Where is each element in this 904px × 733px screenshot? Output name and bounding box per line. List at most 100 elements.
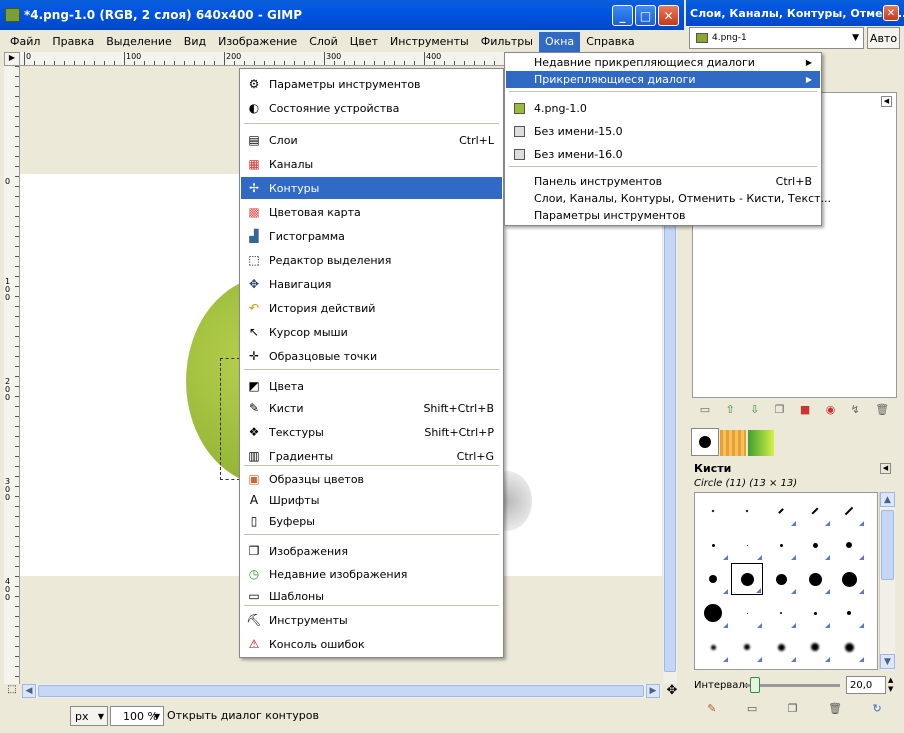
brush-cell[interactable] [833, 631, 865, 663]
brush-cell[interactable] [731, 631, 763, 663]
windows-menu-item-18[interactable]: ▯ Буферы [241, 510, 502, 532]
brush-cell[interactable] [697, 597, 729, 629]
windows-menu-item-9[interactable]: ↶ История действий [241, 297, 502, 319]
brush-cell[interactable] [799, 495, 831, 527]
menu-8[interactable]: Фильтры [475, 32, 539, 52]
submenu-item-3[interactable]: Без имени-15.0 [506, 120, 820, 142]
scroll-left-button[interactable]: ◀ [22, 684, 36, 698]
panel-menu-icon[interactable]: ◀ [880, 463, 891, 474]
menu-7[interactable]: Инструменты [384, 32, 475, 52]
windows-menu-item-16[interactable]: ▣ Образцы цветов [241, 468, 502, 490]
slider-handle[interactable] [750, 677, 760, 693]
brush-cell[interactable] [765, 563, 797, 595]
brush-cell[interactable] [731, 495, 763, 527]
quick-mask-corner[interactable]: ▶ [4, 52, 20, 66]
windows-menu-item-7[interactable]: ⬚ Редактор выделения [241, 249, 502, 271]
scroll-up-button[interactable]: ▲ [880, 492, 895, 507]
brush-cell[interactable] [765, 631, 797, 663]
windows-menu-item-0[interactable]: ⚙ Параметры инструментов [241, 73, 502, 95]
windows-menu-item-12[interactable]: ◩ Цвета [241, 375, 502, 397]
submenu-item-5[interactable]: Панель инструментов Ctrl+B [506, 173, 820, 190]
edit-brush-icon[interactable]: ✎ [707, 702, 716, 715]
brush-cell[interactable] [833, 597, 865, 629]
menu-6[interactable]: Цвет [344, 32, 384, 52]
spin-icon[interactable]: ▲ ▼ [888, 676, 893, 694]
brush-grid[interactable] [694, 492, 878, 670]
windows-menu-item-21[interactable]: ▭ Шаблоны [241, 585, 502, 607]
duplicate-layer-icon[interactable]: ❐ [775, 403, 785, 416]
duplicate-brush-icon[interactable]: ❐ [788, 702, 798, 715]
windows-menu-item-10[interactable]: ↖ Курсор мыши [241, 321, 502, 343]
menu-10[interactable]: Справка [580, 32, 640, 52]
delete-layer-icon[interactable]: 🗑 [875, 403, 889, 416]
navigate-corner[interactable]: ⬚ [4, 684, 20, 698]
delete-brush-icon[interactable]: 🗑 [828, 702, 842, 715]
brush-cell[interactable] [731, 529, 763, 561]
lower-layer-icon[interactable]: ⇩ [750, 403, 759, 416]
brush-cell[interactable] [765, 597, 797, 629]
navigate-icon[interactable]: ✥ [664, 684, 680, 698]
brush-cell[interactable] [697, 529, 729, 561]
windows-menu-item-23[interactable]: ⚠ Консоль ошибок [241, 633, 502, 655]
windows-menu-item-19[interactable]: ❐ Изображения [241, 540, 502, 562]
windows-menu-item-22[interactable]: ⛏ Инструменты [241, 609, 502, 631]
gradients-tab[interactable] [748, 430, 774, 456]
minimize-button[interactable]: _ [612, 5, 633, 26]
scroll-right-button[interactable]: ▶ [646, 684, 660, 698]
brush-cell[interactable] [833, 495, 865, 527]
windows-menu-item-14[interactable]: ❖ Текстуры Shift+Ctrl+P [241, 421, 502, 443]
image-window-titlebar[interactable]: *4.png-1.0 (RGB, 2 слоя) 640x400 - GIMP [0, 0, 684, 30]
menu-5[interactable]: Слой [303, 32, 344, 52]
scroll-thumb-h[interactable] [38, 685, 644, 697]
spacing-slider[interactable] [744, 677, 840, 693]
brush-scrollbar[interactable]: ▲ ▼ [879, 492, 895, 670]
maximize-button[interactable]: □ [635, 5, 656, 26]
brush-cell[interactable] [799, 563, 831, 595]
new-brush-icon[interactable]: ▭ [747, 702, 757, 715]
windows-menu-item-8[interactable]: ✥ Навигация [241, 273, 502, 295]
windows-menu-item-5[interactable]: ▩ Цветовая карта [241, 201, 502, 223]
menu-2[interactable]: Выделение [100, 32, 178, 52]
new-layer-icon[interactable]: ▭ [700, 403, 710, 416]
brush-cell[interactable] [697, 495, 729, 527]
mask-layer-icon[interactable]: ◉ [826, 403, 836, 416]
brush-cell[interactable] [799, 529, 831, 561]
brush-cell[interactable] [765, 529, 797, 561]
menu-9[interactable]: Окна [538, 32, 581, 52]
brush-cell[interactable] [697, 631, 729, 663]
submenu-item-7[interactable]: Параметры инструментов [506, 207, 820, 224]
menu-4[interactable]: Изображение [212, 32, 303, 52]
dock-titlebar[interactable]: Слои, Каналы, Контуры, Отмени... [686, 0, 904, 26]
spacing-input[interactable]: 20,0 [846, 676, 886, 694]
brush-cell[interactable] [731, 597, 763, 629]
horizontal-scrollbar[interactable]: ◀ ▶ [22, 684, 662, 698]
windows-menu-item-4[interactable]: ✢ Контуры [241, 177, 502, 199]
brushes-tab[interactable] [691, 428, 719, 456]
brush-cell[interactable] [799, 597, 831, 629]
submenu-item-2[interactable]: 4.png-1.0 [506, 97, 820, 119]
zoom-select[interactable]: 100 % ▼ [110, 706, 164, 726]
brush-cell[interactable] [799, 631, 831, 663]
patterns-tab[interactable] [720, 430, 746, 456]
dock-close-button[interactable]: ✕ [883, 5, 899, 21]
unit-select[interactable]: px ▼ [70, 706, 108, 726]
auto-button[interactable]: Авто [867, 27, 900, 49]
close-button[interactable]: ✕ [658, 5, 679, 26]
raise-layer-icon[interactable]: ⇧ [725, 403, 734, 416]
windows-menu-item-3[interactable]: ▦ Каналы [241, 153, 502, 175]
menu-3[interactable]: Вид [178, 32, 212, 52]
brush-cell[interactable] [833, 529, 865, 561]
brush-cell[interactable] [697, 563, 729, 595]
merge-layer-icon[interactable]: ↯ [851, 403, 860, 416]
windows-menu-item-11[interactable]: ✛ Образцовые точки [241, 345, 502, 367]
anchor-layer-icon[interactable]: ■ [800, 403, 810, 416]
menu-0[interactable]: Файл [4, 32, 46, 52]
scroll-down-button[interactable]: ▼ [880, 654, 895, 669]
submenu-item-4[interactable]: Без имени-16.0 [506, 143, 820, 165]
windows-menu-item-17[interactable]: A Шрифты [241, 489, 502, 511]
brush-scroll-thumb[interactable] [881, 510, 894, 580]
brush-cell[interactable] [731, 563, 763, 595]
windows-menu-item-20[interactable]: ◷ Недавние изображения [241, 563, 502, 585]
image-selector[interactable]: 4.png-1 ▼ [689, 27, 864, 49]
submenu-item-1[interactable]: Прикрепляющиеся диалоги ▶ [506, 71, 820, 88]
